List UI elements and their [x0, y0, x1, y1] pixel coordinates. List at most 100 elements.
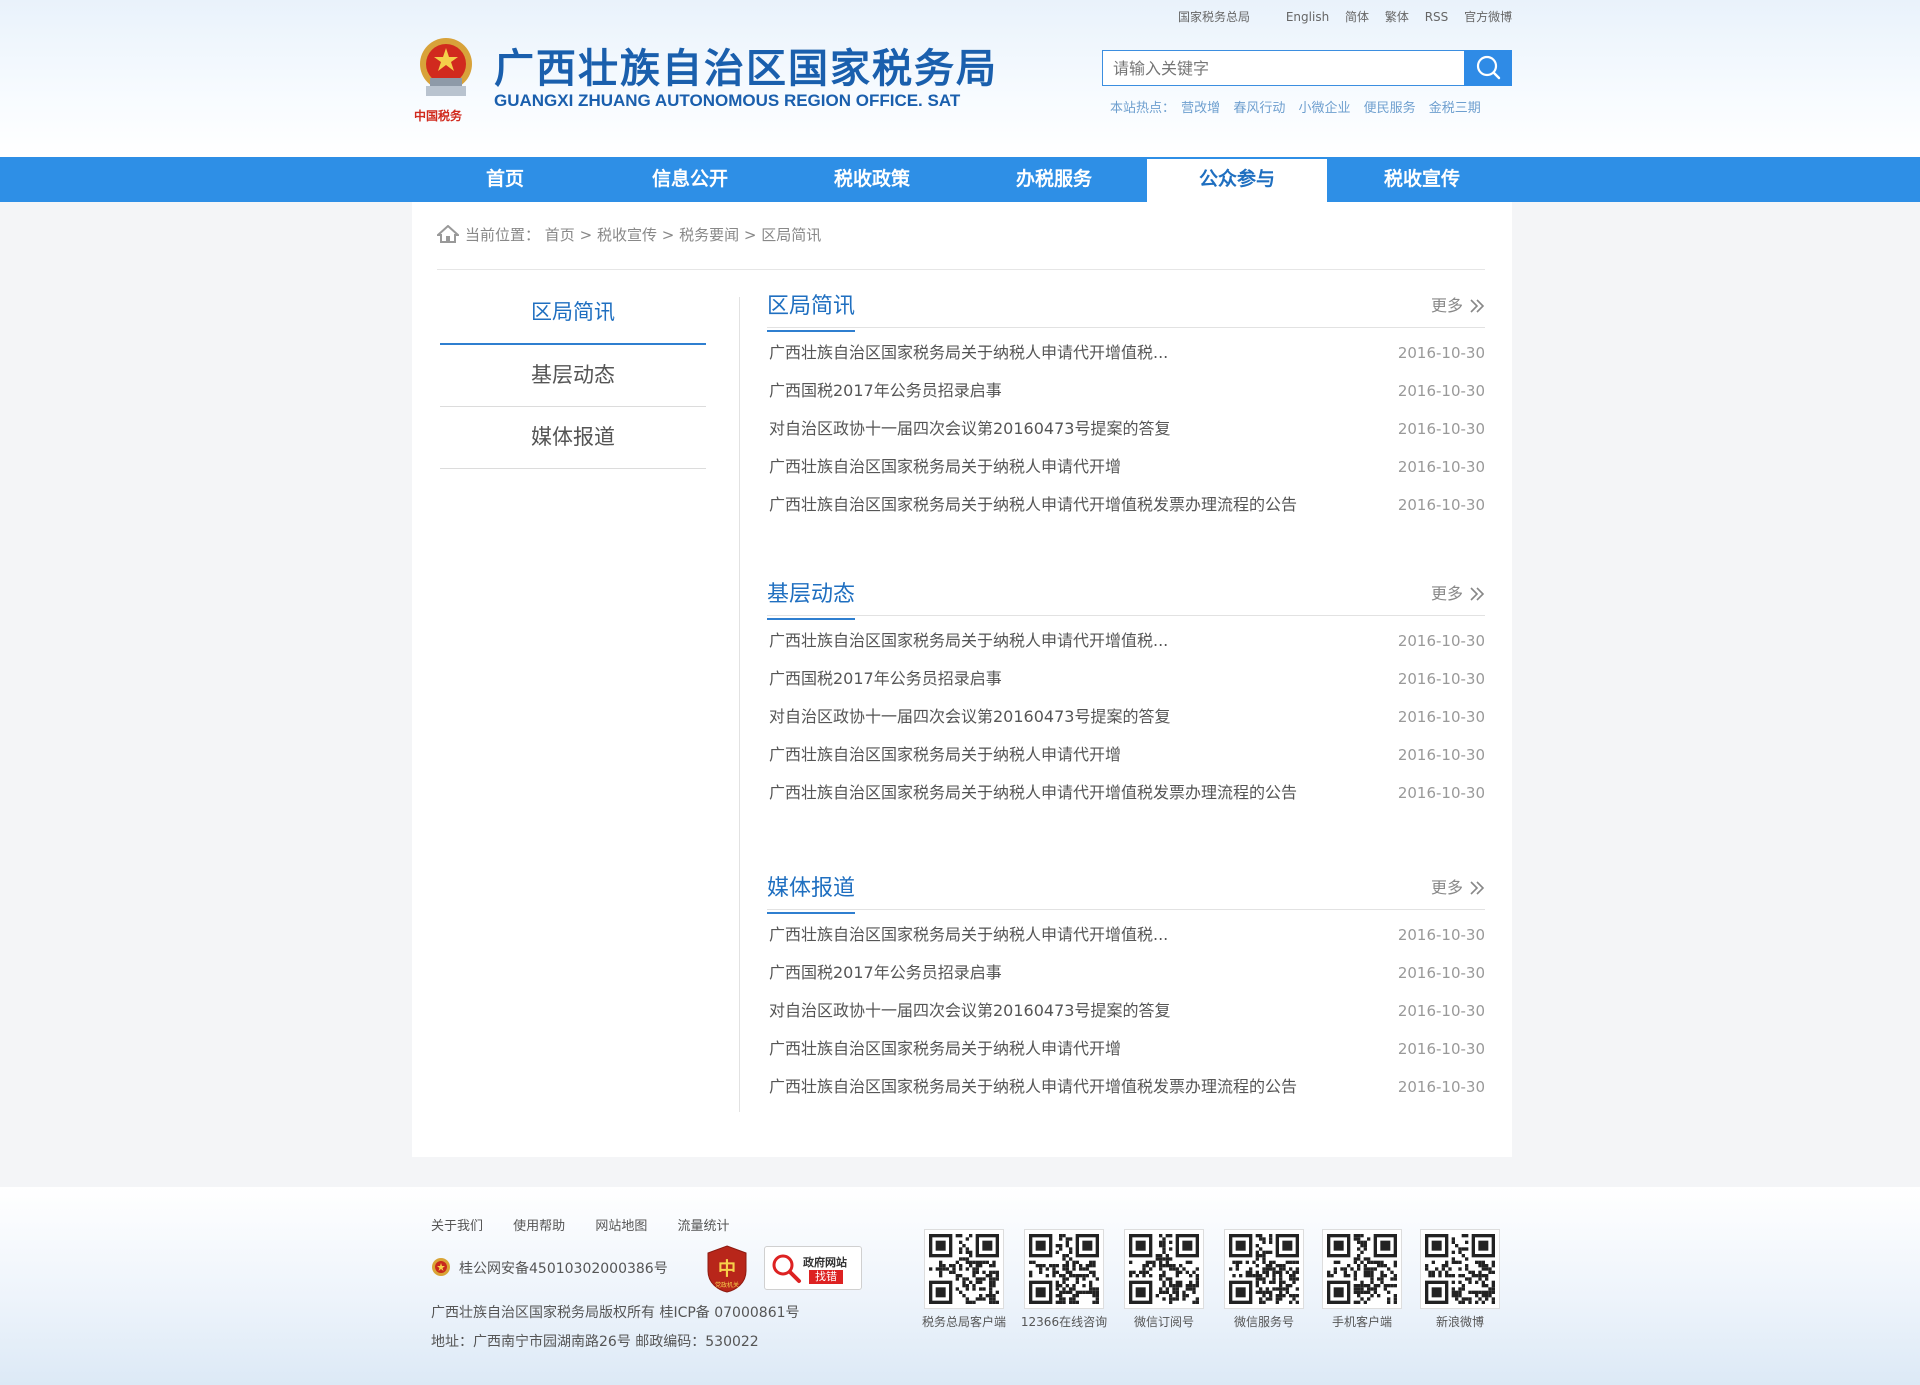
news-date: 2016-10-30 — [1397, 344, 1485, 362]
news-title[interactable]: 广西壮族自治区国家税务局关于纳税人申请代开增值税... — [769, 622, 1168, 660]
list-item: 广西壮族自治区国家税务局关于纳税人申请代开增值税... 2016-10-30 — [767, 916, 1485, 954]
sidebar-item-local-updates[interactable]: 基层动态 — [440, 345, 706, 407]
site-logo[interactable]: 中国税务 广西壮族自治区国家税务局 GUANGXI ZHUANG AUTONOM… — [412, 28, 996, 122]
party-gov-badge-icon[interactable]: 中 党政机关 — [706, 1245, 748, 1293]
double-chevron-right-icon — [1470, 299, 1485, 313]
hot-link[interactable]: 春风行动 — [1233, 101, 1285, 116]
nav-home[interactable]: 首页 — [415, 157, 595, 202]
gov-site-error-report-badge[interactable]: 政府网站 找错 — [764, 1246, 862, 1290]
toplink-sat[interactable]: 国家税务总局 — [1178, 10, 1250, 24]
footer-links: 关于我们 使用帮助 网站地图 流量统计 — [431, 1215, 755, 1234]
breadcrumb-sep: > — [661, 226, 675, 244]
news-title[interactable]: 对自治区政协十一届四次会议第20160473号提案的答复 — [769, 410, 1170, 448]
divider — [437, 269, 1485, 270]
qr-label: 微信服务号 — [1233, 1315, 1294, 1329]
qr-item[interactable]: 微信服务号 — [1214, 1229, 1314, 1330]
emblem-caption: 中国税务 — [414, 108, 463, 122]
news-title[interactable]: 广西壮族自治区国家税务局关于纳税人申请代开增 — [769, 448, 1121, 486]
site-title: 广西壮族自治区国家税务局 — [494, 46, 998, 92]
gov-badge-bottom: 找错 — [809, 1270, 843, 1284]
main-content: 当前位置： 首页 > 税收宣传 > 税务要闻 > 区局简讯 区局简讯 基层动态 … — [412, 202, 1512, 1157]
news-date: 2016-10-30 — [1397, 670, 1485, 688]
party-badge-label: 党政机关 — [715, 1281, 739, 1289]
news-title[interactable]: 广西国税2017年公务员招录启事 — [769, 954, 1002, 992]
sidebar-item-district-news[interactable]: 区局简讯 — [440, 282, 706, 345]
qr-label: 12366在线咨询 — [1020, 1315, 1108, 1329]
qr-code-icon — [1024, 1229, 1104, 1309]
section-district-news: 区局简讯 更多 广西壮族自治区国家税务局关于纳税人申请代开增值税... 2016-… — [767, 282, 1485, 524]
list-item: 广西壮族自治区国家税务局关于纳税人申请代开增 2016-10-30 — [767, 736, 1485, 774]
nav-info-disclosure[interactable]: 信息公开 — [600, 157, 780, 202]
qr-label: 新浪微博 — [1435, 1315, 1484, 1329]
breadcrumb-link[interactable]: 税收宣传 — [597, 226, 657, 244]
news-title[interactable]: 广西壮族自治区国家税务局关于纳税人申请代开增值税发票办理流程的公告 — [769, 486, 1297, 524]
search-icon — [1476, 55, 1501, 80]
hot-link[interactable]: 营改增 — [1181, 101, 1220, 116]
more-link[interactable]: 更多 — [1431, 874, 1485, 898]
qr-item[interactable]: 新浪微博 — [1410, 1229, 1510, 1330]
news-title[interactable]: 广西壮族自治区国家税务局关于纳税人申请代开增 — [769, 1030, 1121, 1068]
police-record[interactable]: 桂公网安备45010302000386号 — [431, 1257, 668, 1278]
toplink-english[interactable]: English — [1286, 10, 1329, 24]
nav-tax-policy[interactable]: 税收政策 — [782, 157, 962, 202]
footer-link-about[interactable]: 关于我们 — [431, 1219, 483, 1234]
footer-link-help[interactable]: 使用帮助 — [513, 1219, 565, 1234]
more-label: 更多 — [1430, 584, 1463, 603]
toplink-simplified[interactable]: 简体 — [1345, 10, 1369, 24]
qr-code-icon — [1124, 1229, 1204, 1309]
news-date: 2016-10-30 — [1397, 632, 1485, 650]
nav-public-participation[interactable]: 公众参与 — [1147, 159, 1327, 202]
toplink-traditional[interactable]: 繁体 — [1385, 10, 1409, 24]
news-title[interactable]: 广西壮族自治区国家税务局关于纳税人申请代开增值税发票办理流程的公告 — [769, 1068, 1297, 1106]
list-item: 广西壮族自治区国家税务局关于纳税人申请代开增值税... 2016-10-30 — [767, 622, 1485, 660]
news-date: 2016-10-30 — [1397, 964, 1485, 982]
list-item: 广西壮族自治区国家税务局关于纳税人申请代开增 2016-10-30 — [767, 1030, 1485, 1068]
news-list: 广西壮族自治区国家税务局关于纳税人申请代开增值税... 2016-10-30 广西… — [767, 622, 1485, 812]
qr-label: 微信订阅号 — [1133, 1315, 1194, 1329]
section-header: 基层动态 更多 — [767, 570, 1485, 620]
news-date: 2016-10-30 — [1397, 1040, 1485, 1058]
news-title[interactable]: 广西壮族自治区国家税务局关于纳税人申请代开增值税发票办理流程的公告 — [769, 774, 1297, 812]
breadcrumb-current[interactable]: 区局简讯 — [761, 226, 821, 244]
news-title[interactable]: 广西国税2017年公务员招录启事 — [769, 372, 1002, 410]
news-date: 2016-10-30 — [1397, 496, 1485, 514]
more-link[interactable]: 更多 — [1431, 292, 1485, 316]
qr-item[interactable]: 12366在线咨询 — [1014, 1229, 1114, 1330]
footer-link-stats[interactable]: 流量统计 — [677, 1219, 729, 1234]
qr-item[interactable]: 手机客户端 — [1312, 1229, 1412, 1330]
news-date: 2016-10-30 — [1397, 784, 1485, 802]
nav-tax-publicity[interactable]: 税收宣传 — [1332, 157, 1512, 202]
news-title[interactable]: 广西国税2017年公务员招录启事 — [769, 660, 1002, 698]
breadcrumb-link[interactable]: 税务要闻 — [679, 226, 739, 244]
news-date: 2016-10-30 — [1397, 926, 1485, 944]
hot-link[interactable]: 金税三期 — [1429, 101, 1481, 116]
police-badge-icon — [432, 1258, 450, 1276]
news-title[interactable]: 广西壮族自治区国家税务局关于纳税人申请代开增 — [769, 736, 1121, 774]
qr-code-icon — [1322, 1229, 1402, 1309]
toplink-weibo[interactable]: 官方微博 — [1464, 10, 1512, 24]
toplink-rss[interactable]: RSS — [1425, 10, 1449, 24]
news-title[interactable]: 对自治区政协十一届四次会议第20160473号提案的答复 — [769, 698, 1170, 736]
double-chevron-right-icon — [1470, 881, 1485, 895]
police-record-text: 桂公网安备45010302000386号 — [459, 1261, 668, 1277]
more-link[interactable]: 更多 — [1431, 580, 1485, 604]
search-button[interactable] — [1464, 50, 1512, 86]
sidebar-item-media-reports[interactable]: 媒体报道 — [440, 407, 706, 469]
divider — [739, 297, 740, 1112]
address-text: 地址：广西南宁市园湖南路26号 邮政编码：530022 — [431, 1334, 759, 1350]
news-title[interactable]: 广西壮族自治区国家税务局关于纳税人申请代开增值税... — [769, 334, 1168, 372]
nav-tax-service[interactable]: 办税服务 — [964, 157, 1144, 202]
hot-link[interactable]: 小微企业 — [1298, 101, 1350, 116]
list-item: 广西壮族自治区国家税务局关于纳税人申请代开增值税发票办理流程的公告 2016-10… — [767, 1068, 1485, 1106]
qr-item[interactable]: 微信订阅号 — [1114, 1229, 1214, 1330]
list-item: 广西国税2017年公务员招录启事 2016-10-30 — [767, 372, 1485, 410]
breadcrumb-link[interactable]: 首页 — [545, 226, 575, 244]
qr-item[interactable]: 税务总局客户端 — [914, 1229, 1014, 1330]
footer-link-sitemap[interactable]: 网站地图 — [595, 1219, 647, 1234]
list-item: 对自治区政协十一届四次会议第20160473号提案的答复 2016-10-30 — [767, 698, 1485, 736]
section-title: 媒体报道 — [767, 870, 856, 914]
news-title[interactable]: 广西壮族自治区国家税务局关于纳税人申请代开增值税... — [769, 916, 1168, 954]
hot-link[interactable]: 便民服务 — [1364, 101, 1416, 116]
search-input[interactable] — [1102, 50, 1475, 86]
news-title[interactable]: 对自治区政协十一届四次会议第20160473号提案的答复 — [769, 992, 1170, 1030]
